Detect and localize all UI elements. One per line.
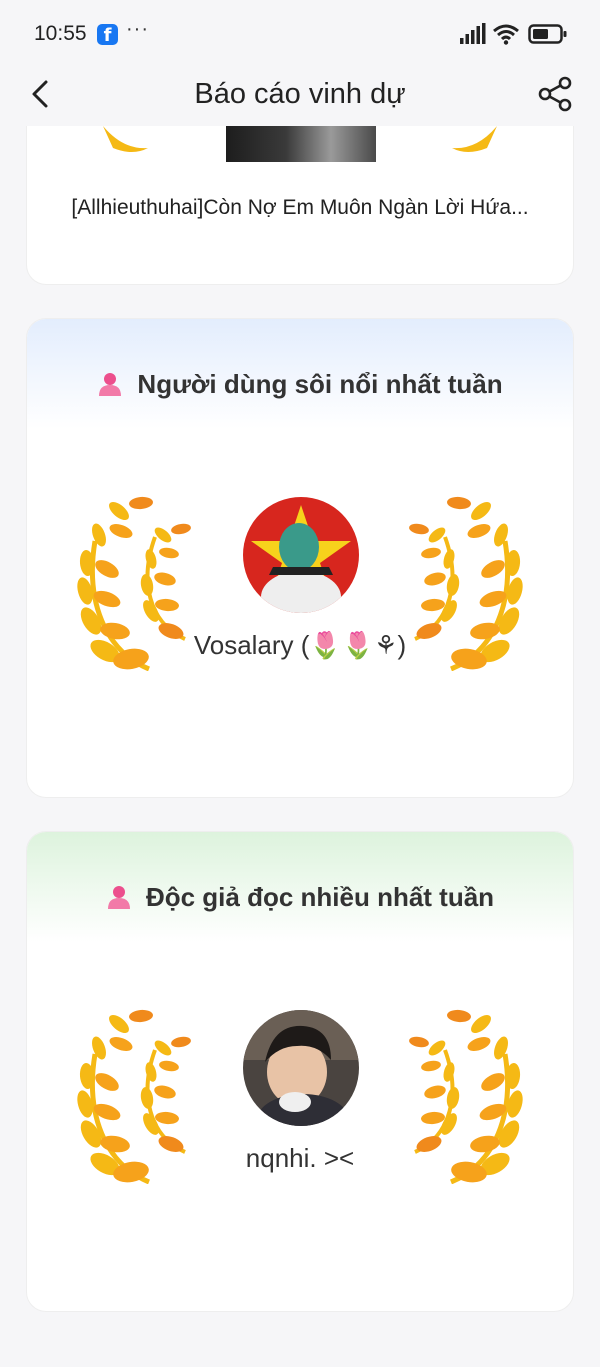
- card-heading: Độc giả đọc nhiều nhất tuần: [27, 882, 573, 913]
- reader-avatar[interactable]: [243, 1010, 359, 1126]
- status-bar: 10:55 f ···: [0, 0, 600, 68]
- navigation-bar: Báo cáo vinh dự: [0, 68, 600, 126]
- facebook-icon: f: [97, 24, 118, 46]
- laurel-left-icon: [103, 126, 148, 152]
- user-avatar[interactable]: [243, 497, 359, 613]
- laurel-right-icon: [452, 126, 497, 152]
- card-heading-text: Người dùng sôi nổi nhất tuần: [137, 369, 503, 399]
- person-icon: [107, 886, 130, 909]
- system-icons: [460, 23, 570, 47]
- book-title[interactable]: [Allhieuthuhai]Còn Nợ Em Muôn Ngàn Lời H…: [27, 196, 573, 220]
- laurel-right-icon: [409, 496, 523, 671]
- most-active-user-card: Người dùng sôi nổi nhất tuần Vosalary (🌷…: [26, 318, 574, 798]
- person-icon: [99, 373, 122, 396]
- more-notifications-icon: ···: [126, 18, 149, 40]
- card-heading-text: Độc giả đọc nhiều nhất tuần: [145, 882, 495, 912]
- book-cover[interactable]: [226, 126, 376, 162]
- laurel-right-icon: [409, 1009, 523, 1184]
- avatar-image: [243, 1010, 359, 1126]
- page-title: Báo cáo vinh dự: [194, 78, 406, 110]
- share-icon[interactable]: [536, 74, 576, 114]
- top-book-card[interactable]: [Allhieuthuhai]Còn Nợ Em Muôn Ngàn Lời H…: [26, 126, 574, 285]
- wifi-icon: [493, 24, 519, 45]
- signal-icon: [460, 23, 486, 44]
- status-time: 10:55: [34, 22, 87, 45]
- card-heading: Người dùng sôi nổi nhất tuần: [27, 369, 573, 400]
- top-reader-card: Độc giả đọc nhiều nhất tuần nqnhi. ><: [26, 831, 574, 1312]
- avatar-image: [243, 497, 359, 613]
- battery-icon: [528, 24, 567, 44]
